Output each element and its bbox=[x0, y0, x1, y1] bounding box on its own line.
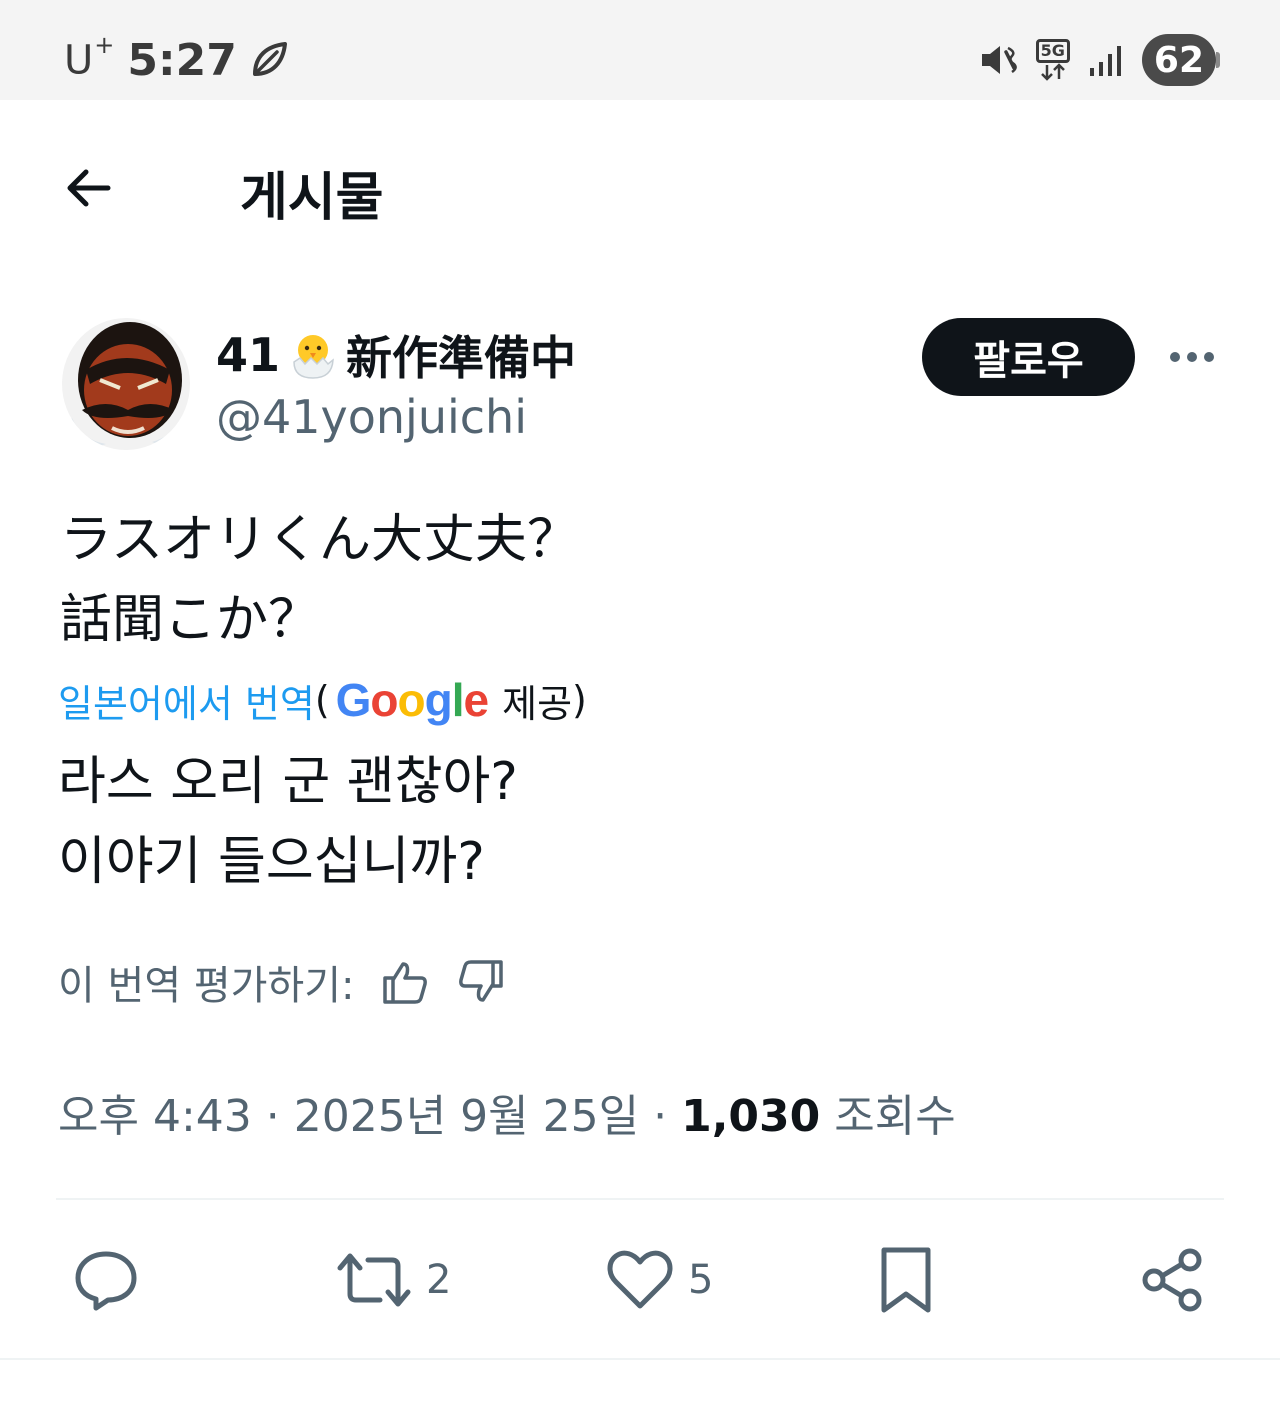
page-header: 게시물 bbox=[0, 100, 1280, 275]
share-button[interactable] bbox=[1138, 1240, 1206, 1320]
reply-icon bbox=[75, 1251, 137, 1311]
translated-from-link[interactable]: 일본어에서 번역 bbox=[58, 673, 315, 728]
leaf-icon bbox=[252, 42, 287, 76]
tweet-line: 話聞こか？ bbox=[60, 590, 321, 650]
retweet-icon bbox=[337, 1253, 411, 1307]
vibrate-mute-icon bbox=[981, 46, 1017, 74]
tweet-original-text: ラスオリくん大丈夫？ 話聞こか？ bbox=[60, 500, 579, 660]
back-button[interactable] bbox=[60, 160, 116, 216]
display-name-suffix: 新作準備中 bbox=[346, 331, 577, 385]
status-bar: U+ 5:27 5G 62 bbox=[0, 0, 1280, 100]
divider bbox=[0, 1358, 1280, 1360]
translation-provided-label: 제공 bbox=[502, 681, 573, 726]
battery-indicator: 62 bbox=[1141, 34, 1221, 86]
display-name-prefix: 41 bbox=[216, 328, 281, 382]
thumbs-up-button[interactable] bbox=[379, 956, 431, 1008]
tweet-meta: 오후 4:43 · 2025년 9월 25일 · 1,030 조회수 bbox=[58, 1080, 956, 1144]
more-dot bbox=[1204, 352, 1214, 362]
google-logo: Google bbox=[335, 674, 489, 726]
like-count: 5 bbox=[688, 1257, 714, 1303]
hatching-chick-icon bbox=[293, 335, 334, 379]
paren-close: ) bbox=[572, 678, 587, 722]
rate-translation: 이 번역 평가하기: bbox=[58, 952, 507, 1012]
tweet-date[interactable]: 2025년 9월 25일 bbox=[294, 1091, 639, 1142]
status-left: U+ 5:27 bbox=[64, 31, 289, 88]
more-options-button[interactable] bbox=[1162, 332, 1222, 382]
translated-line: 이야기 들으십니까? bbox=[58, 832, 485, 892]
heart-icon bbox=[607, 1250, 673, 1309]
tweet-time[interactable]: 오후 4:43 bbox=[58, 1091, 252, 1142]
views-label: 조회수 bbox=[834, 1091, 956, 1142]
network-label: 5G bbox=[1035, 39, 1070, 63]
more-dot bbox=[1170, 352, 1180, 362]
carrier-text: U bbox=[64, 37, 95, 84]
carrier-sup: + bbox=[94, 30, 116, 59]
status-time: 5:27 bbox=[127, 34, 237, 86]
translation-attribution: 일본어에서 번역 ( Google 제공 ) bbox=[58, 672, 587, 728]
divider bbox=[56, 1198, 1224, 1200]
action-bar: 2 5 bbox=[0, 1240, 1280, 1320]
reply-button[interactable] bbox=[72, 1240, 140, 1320]
avatar[interactable] bbox=[62, 318, 190, 450]
translated-line: 라스 오리 군 괜찮아? bbox=[58, 752, 518, 812]
rate-translation-label: 이 번역 평가하기: bbox=[58, 963, 355, 1009]
tweet-author: 41 新作準備中 @41yonjuichi 팔로우 bbox=[62, 318, 1222, 453]
page-title: 게시물 bbox=[240, 168, 384, 228]
arrow-left-icon bbox=[67, 169, 111, 207]
meta-separator: · bbox=[639, 1091, 682, 1142]
follow-button[interactable]: 팔로우 bbox=[922, 318, 1135, 396]
meta-separator: · bbox=[251, 1091, 294, 1142]
like-button[interactable]: 5 bbox=[606, 1240, 713, 1320]
tweet-translated-text: 라스 오리 군 괜찮아? 이야기 들으십니까? bbox=[58, 742, 518, 902]
network-5g-indicator: 5G bbox=[1035, 39, 1070, 81]
data-arrows-icon bbox=[1040, 63, 1065, 81]
thumbs-down-button[interactable] bbox=[455, 956, 507, 1008]
retweet-button[interactable]: 2 bbox=[336, 1240, 451, 1320]
avatar-image bbox=[62, 318, 190, 450]
views-count: 1,030 bbox=[681, 1091, 821, 1142]
bookmark-icon bbox=[881, 1247, 931, 1313]
share-icon bbox=[1142, 1248, 1202, 1312]
display-name[interactable]: 41 新作準備中 bbox=[216, 322, 576, 388]
bookmark-button[interactable] bbox=[876, 1240, 936, 1320]
retweet-count: 2 bbox=[426, 1257, 452, 1303]
more-dot bbox=[1187, 352, 1197, 362]
thumbs-up-icon bbox=[382, 962, 427, 1004]
status-right: 5G 62 bbox=[978, 34, 1221, 86]
user-handle[interactable]: @41yonjuichi bbox=[216, 390, 527, 444]
signal-icon bbox=[1089, 46, 1121, 76]
carrier-label: U+ bbox=[64, 31, 115, 84]
paren-open: ( bbox=[314, 678, 330, 722]
thumbs-down-icon bbox=[458, 960, 503, 1002]
tweet-line: ラスオリくん大丈夫？ bbox=[60, 510, 579, 570]
